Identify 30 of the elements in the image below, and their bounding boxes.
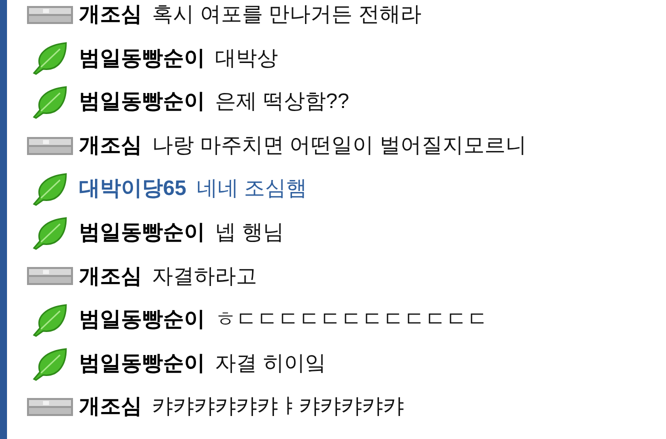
user-name: 범일동빵순이	[79, 46, 205, 72]
server-icon	[27, 6, 73, 24]
message-text: 대박상	[215, 46, 278, 72]
message-text: 나랑 마주치면 어떤일이 벌어질지모르니	[152, 132, 527, 159]
server-icon	[27, 398, 73, 416]
message-text: 은제 떡상함??	[215, 89, 350, 116]
user-name: 개조심	[79, 132, 142, 159]
user-name: 개조심	[79, 264, 142, 290]
message-text: 네네 조심햄	[196, 176, 308, 202]
user-name: 범일동빵순이	[79, 307, 205, 334]
message-text: 자결 히이잌	[215, 350, 326, 377]
server-icon	[27, 136, 73, 155]
leaf-icon	[30, 84, 70, 119]
message-text: 자결하라고	[152, 264, 257, 290]
message-text: 혹시 여포를 만나거든 전해라	[152, 2, 422, 28]
message-text: 캬캬캬캬캬캬ㅑ캬캬캬캬캬	[152, 394, 404, 420]
message-text: 넵 행님	[215, 220, 284, 246]
message-text: ㅎㄷㄷㄷㄷㄷㄷㄷㄷㄷㄷㄷㄷ	[215, 307, 488, 334]
user-name: 개조심	[79, 394, 142, 420]
leaf-icon	[30, 302, 70, 337]
user-name: 개조심	[79, 2, 142, 28]
leaf-icon	[30, 172, 70, 206]
server-icon	[27, 267, 73, 286]
leaf-icon	[30, 41, 70, 76]
user-name: 범일동빵순이	[79, 89, 205, 116]
user-name: 대박이당65	[79, 176, 186, 202]
user-name: 범일동빵순이	[79, 220, 205, 246]
user-name: 범일동빵순이	[79, 350, 205, 377]
leaf-icon	[30, 346, 70, 381]
leaf-icon	[30, 216, 70, 250]
